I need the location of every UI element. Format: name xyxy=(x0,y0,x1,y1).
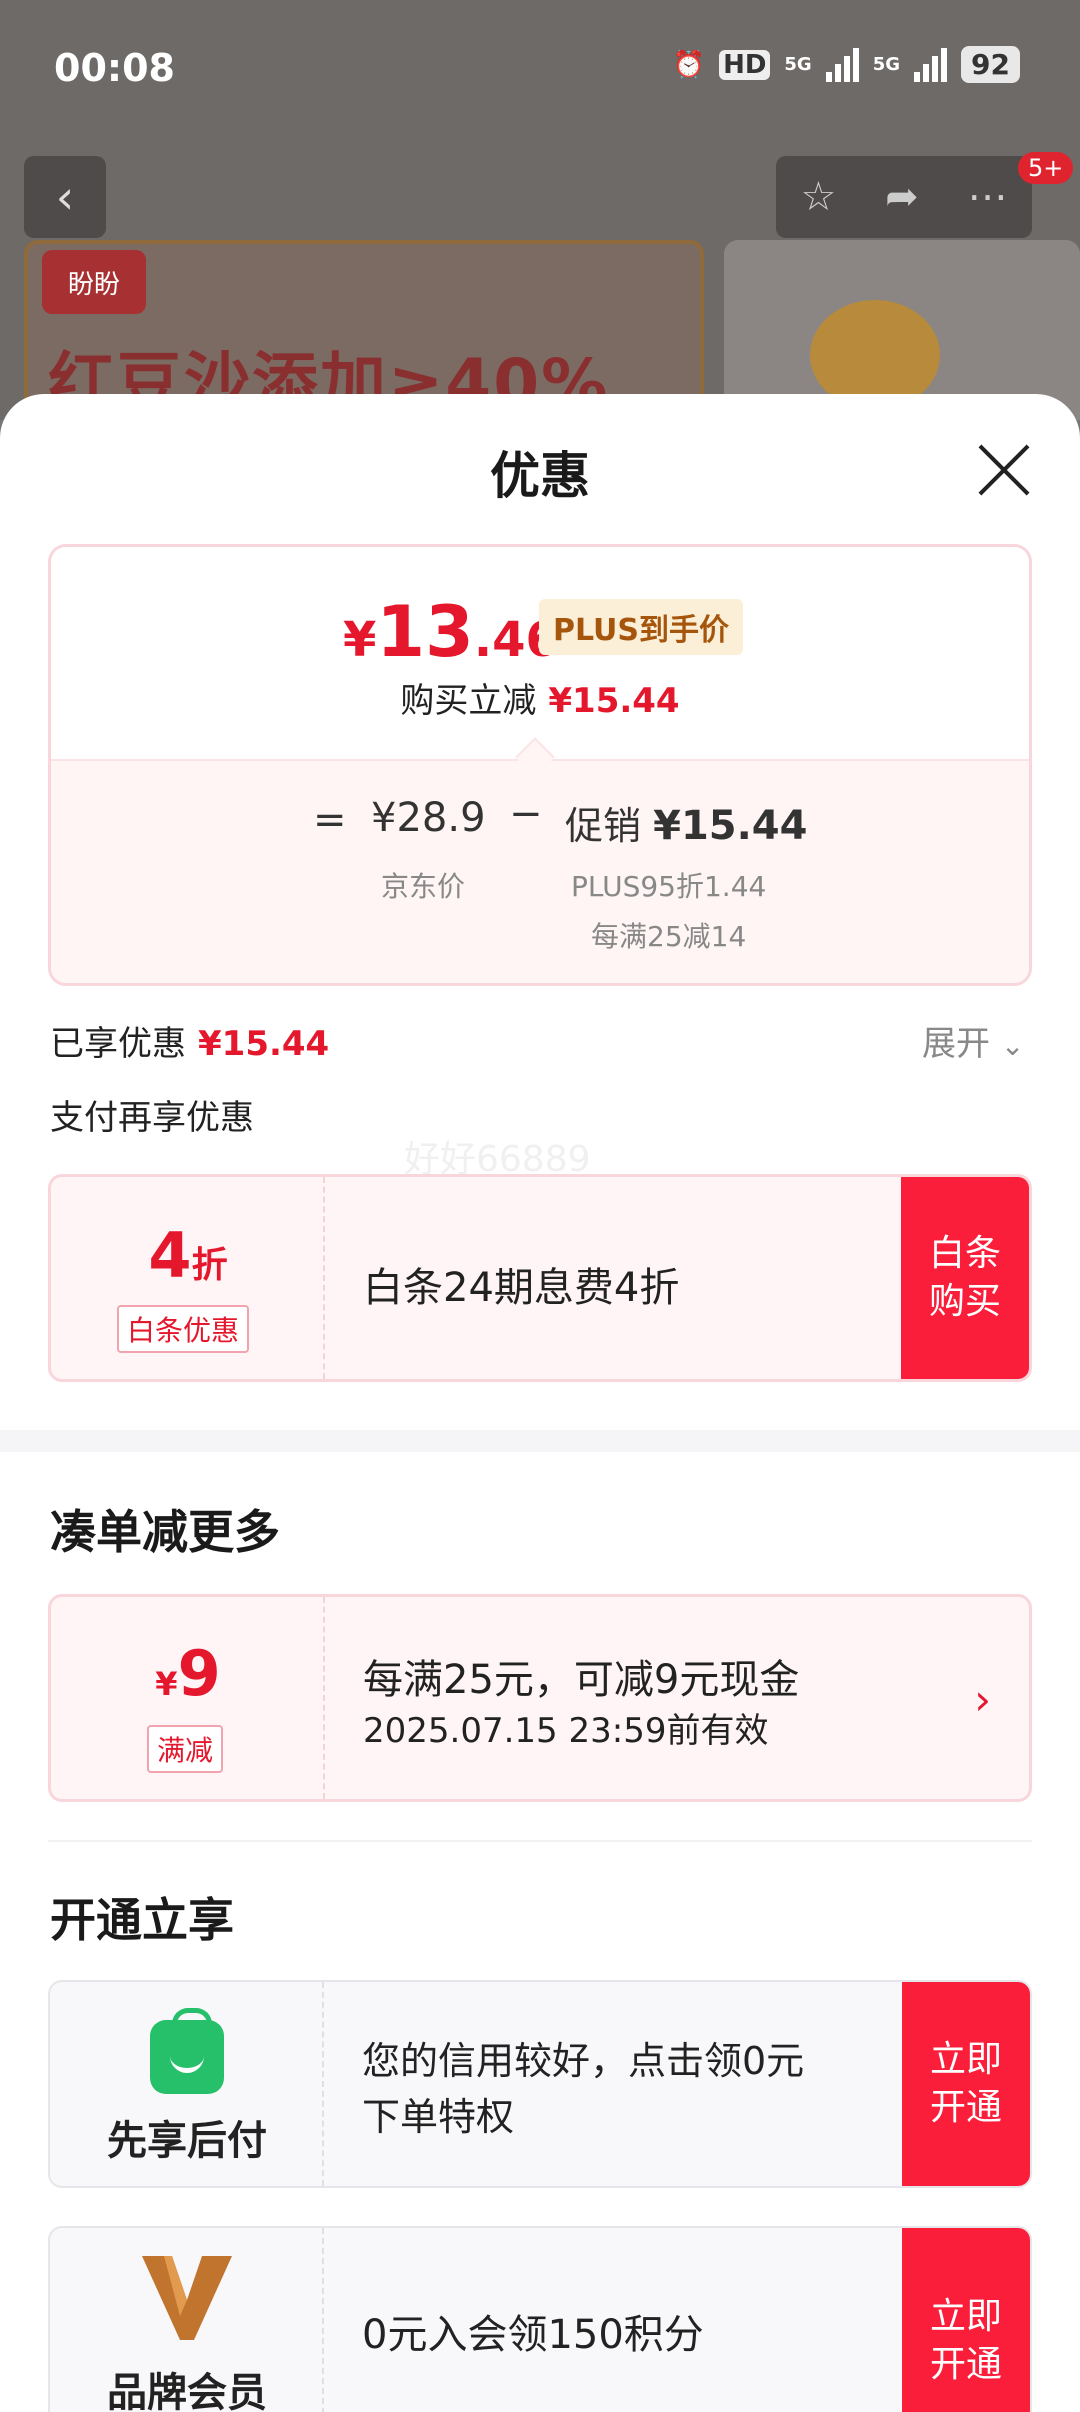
manjian-tag: 满减 xyxy=(147,1725,224,1773)
5g-label-2: 5G xyxy=(872,54,901,75)
plus95-detail: PLUS95折1.44 xyxy=(571,870,767,903)
close-icon[interactable] xyxy=(976,442,1032,498)
product-page-background: 00:08 ⏰ HD 5G 5G 92 ‹ ☆ ➦ ⋯ 5+ 盼盼 红豆沙添加≥… xyxy=(0,0,1080,420)
equals-sign: = xyxy=(313,797,347,843)
battery-indicator: 92 xyxy=(961,46,1020,83)
baitiao-buy-button[interactable]: 白条购买 xyxy=(901,1177,1029,1379)
membership-desc: 0元入会领150积分 xyxy=(362,2312,704,2358)
manjian-card[interactable]: ¥9 满减 每满25元，可减9元现金 2025.07.15 23:59前有效 › xyxy=(48,1594,1032,1802)
shopping-bag-icon xyxy=(150,2008,224,2094)
jd-price: ¥28.9 xyxy=(371,795,486,841)
man25-detail: 每满25减14 xyxy=(591,920,747,953)
plus-price-tag: PLUS到手价 xyxy=(539,599,744,655)
star-icon[interactable]: ☆ xyxy=(800,174,836,220)
section-separator xyxy=(0,1430,1080,1452)
expand-toggle[interactable]: 展开 ⌄ xyxy=(922,1016,1024,1065)
share-icon[interactable]: ➦ xyxy=(885,174,919,220)
baitiao-discount: 4折 xyxy=(148,1219,228,1292)
more-icon[interactable]: ⋯ xyxy=(968,174,1008,220)
hd-icon: HD xyxy=(719,49,771,80)
baitiao-desc: 白条24期息费4折 xyxy=(363,1265,680,1311)
paylater-label: 先享后付 xyxy=(107,2118,267,2164)
reduce-line: 购买立减 ¥15.44 xyxy=(400,681,680,721)
brand-logo: 盼盼 xyxy=(42,250,146,314)
chevron-right-icon[interactable]: › xyxy=(974,1675,991,1724)
divider xyxy=(48,1840,1032,1842)
price-breakdown-box: ¥13.46 PLUS到手价 购买立减 ¥15.44 = ¥28.9 − 促销 ¥… xyxy=(48,544,1032,986)
membership-open-button[interactable]: 立即开通 xyxy=(902,2228,1030,2412)
alarm-icon: ⏰ xyxy=(672,49,706,80)
top-action-bar: ☆ ➦ ⋯ xyxy=(776,156,1032,238)
5g-label: 5G xyxy=(784,54,812,75)
status-time: 00:08 xyxy=(54,46,175,90)
baitiao-card[interactable]: 4折 白条优惠 白条24期息费4折 白条购买 xyxy=(48,1174,1032,1382)
signal-icon xyxy=(825,47,859,82)
paylater-line1: 您的信用较好，点击领0元 xyxy=(362,2039,805,2083)
manjian-line2: 2025.07.15 23:59前有效 xyxy=(363,1711,769,1751)
back-button[interactable]: ‹ xyxy=(24,156,106,238)
chevron-down-icon: ⌄ xyxy=(1000,1029,1025,1062)
paylater-card[interactable]: 先享后付 您的信用较好，点击领0元 下单特权 立即开通 xyxy=(48,1980,1032,2188)
final-price: ¥13.46 xyxy=(343,591,559,673)
status-icons: ⏰ HD 5G 5G 92 xyxy=(673,46,1020,83)
promo-value: 促销 ¥15.44 xyxy=(565,803,808,849)
section-title-more: 凑单减更多 xyxy=(50,1505,280,1559)
pay-again-label: 支付再享优惠 xyxy=(50,1098,254,1138)
section-title-open: 开通立享 xyxy=(50,1893,234,1947)
baitiao-tag: 白条优惠 xyxy=(117,1305,250,1353)
paylater-line2: 下单特权 xyxy=(362,2095,515,2139)
membership-label: 品牌会员 xyxy=(107,2370,267,2412)
status-bar: 00:08 ⏰ HD 5G 5G 92 xyxy=(0,0,1080,140)
membership-card[interactable]: 品牌会员 0元入会领150积分 立即开通 xyxy=(48,2226,1032,2412)
discount-sheet: 优惠 ¥13.46 PLUS到手价 购买立减 ¥15.44 = ¥28.9 − 促… xyxy=(0,394,1080,2412)
signal-icon-2 xyxy=(914,47,948,82)
enjoyed-discount: 已享优惠 ¥15.44 xyxy=(50,1024,330,1064)
manjian-line1: 每满25元，可减9元现金 xyxy=(363,1657,800,1703)
manjian-amount: ¥9 xyxy=(155,1637,221,1710)
message-badge: 5+ xyxy=(1018,152,1074,184)
jd-price-label: 京东价 xyxy=(381,870,466,903)
sheet-title: 优惠 xyxy=(490,447,590,505)
paylater-open-button[interactable]: 立即开通 xyxy=(902,1982,1030,2186)
product-banner: 盼盼 红豆沙添加≥40% xyxy=(24,240,704,420)
minus-sign: − xyxy=(509,791,543,837)
chevron-left-icon: ‹ xyxy=(55,170,75,224)
brand-v-logo-icon xyxy=(142,2256,232,2340)
